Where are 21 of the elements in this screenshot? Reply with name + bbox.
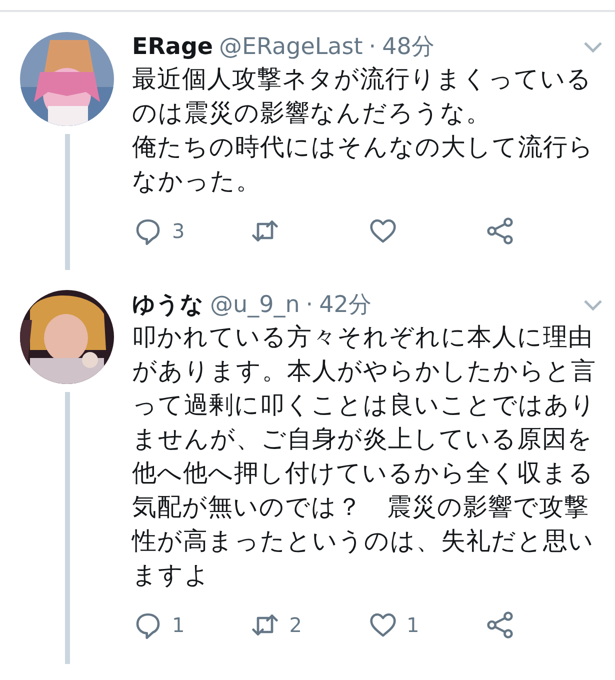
action-count: 1 (172, 612, 185, 639)
tweet-text: 俺たちの時代にはそんなの大して流行らなかった。 (132, 131, 595, 197)
reply-icon[interactable] (134, 217, 162, 245)
user-handle: @ERageLast (219, 33, 363, 62)
tweet-time: 48分 (382, 33, 434, 62)
tweet-text: 叩かれている方々それぞれに本人に理由があります。本人がやらかしたからと言って過剰に叩くことは良いことではありませんが、ご自身が炎上している原因を他へ他へ押し付けているから全く収まる気配が無いのでは？ 震災の影響で攻撃性が高まったというのは、失礼だと思いますよ (132, 321, 597, 591)
action-count: 1 (406, 612, 420, 639)
separator-dot: · (306, 291, 314, 320)
user-name[interactable]: ERage (132, 32, 214, 62)
share-icon[interactable] (486, 217, 514, 245)
reply-icon[interactable] (134, 611, 162, 639)
user-handle: @u_9_n (210, 291, 300, 320)
user-name[interactable]: ゆうな (132, 290, 204, 320)
heart-icon[interactable] (368, 611, 396, 639)
separator-dot: · (368, 33, 376, 62)
share-icon[interactable] (486, 611, 514, 639)
action-count: 2 (289, 612, 302, 639)
tweet-text: 最近個人攻撃ネタが流行りまくっているのは震災の影響なんだろうな。 (132, 63, 593, 129)
heart-icon[interactable] (368, 217, 396, 245)
action-count: 3 (172, 218, 185, 245)
tweet-time: 42分 (319, 291, 372, 320)
